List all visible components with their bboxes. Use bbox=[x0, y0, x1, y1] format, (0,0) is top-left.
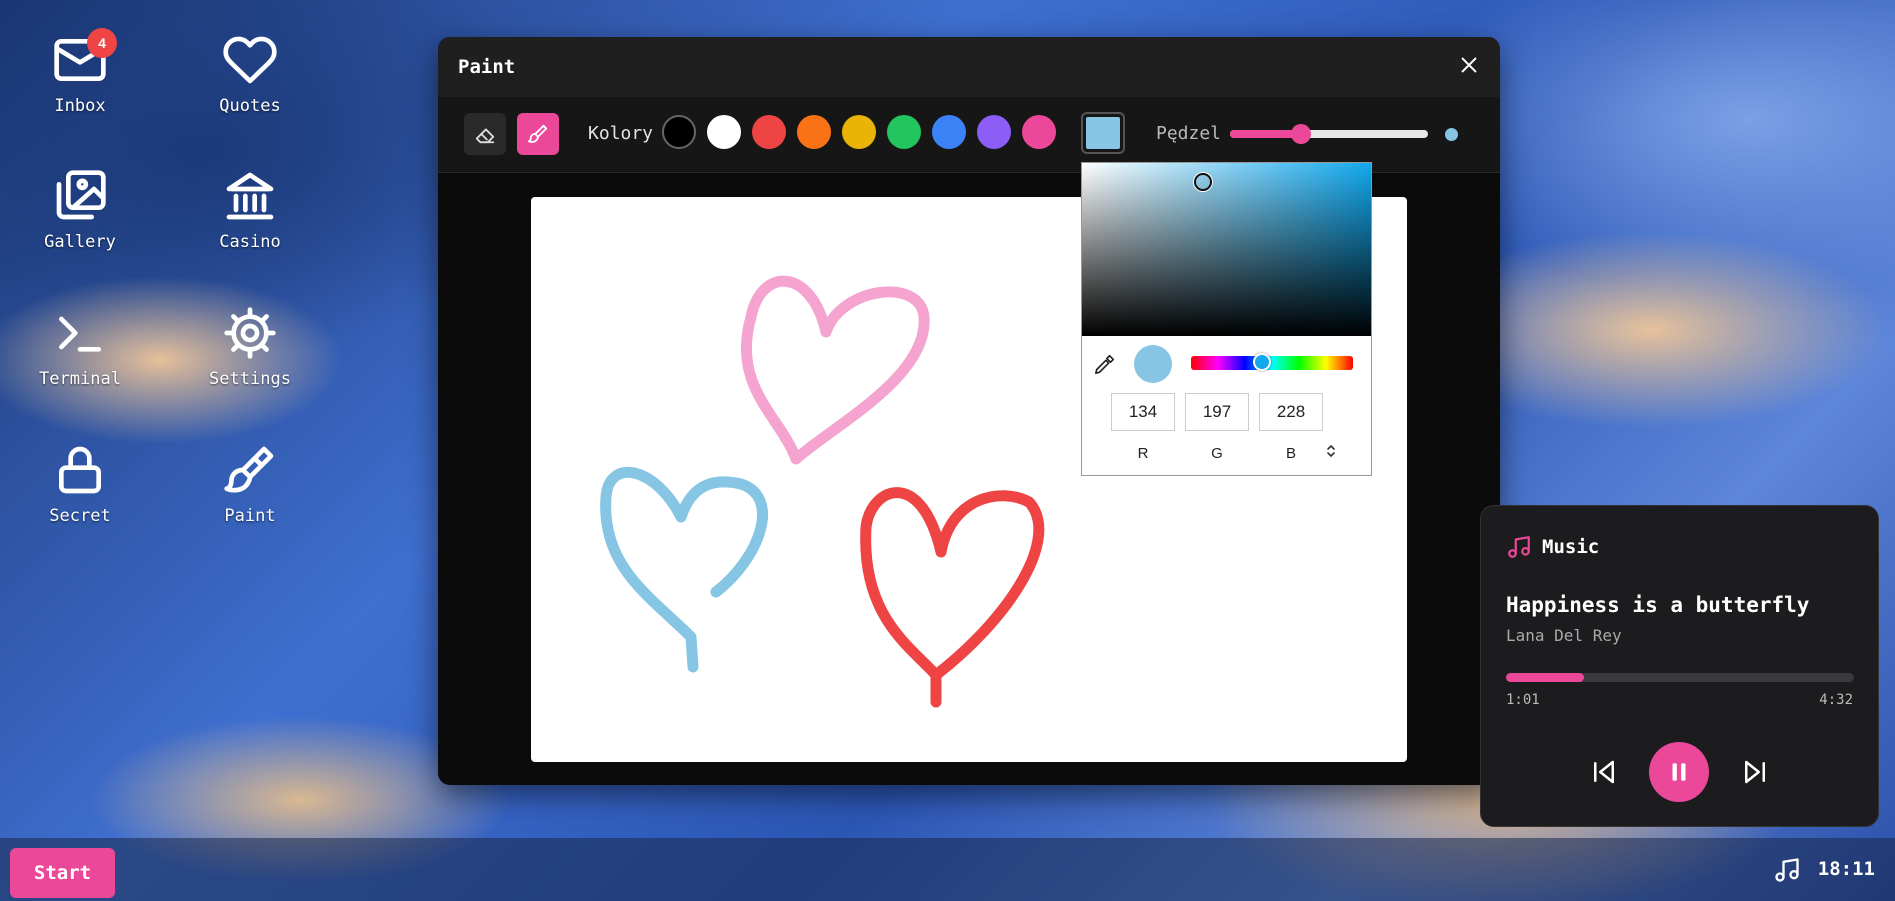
colors-label: Kolory bbox=[588, 123, 654, 144]
current-time: 1:01 bbox=[1506, 692, 1540, 708]
slider-thumb[interactable] bbox=[1291, 124, 1312, 144]
desktop-icon-label: Paint bbox=[224, 506, 276, 526]
color-swatch[interactable] bbox=[977, 115, 1011, 149]
blue-value-input[interactable]: 228 bbox=[1259, 393, 1323, 431]
color-swatch[interactable] bbox=[752, 115, 786, 149]
bank-icon bbox=[226, 172, 274, 220]
green-label: G bbox=[1211, 445, 1223, 462]
progress-bar[interactable] bbox=[1506, 673, 1854, 682]
sv-cursor[interactable] bbox=[1194, 173, 1212, 191]
close-button[interactable] bbox=[1458, 53, 1480, 81]
hue-slider-thumb[interactable] bbox=[1253, 353, 1272, 371]
desktop-icon-secret[interactable]: Secret bbox=[20, 442, 140, 526]
gear-icon bbox=[224, 307, 276, 359]
start-button[interactable]: Start bbox=[10, 848, 115, 898]
gallery-icon bbox=[56, 170, 106, 220]
color-swatch[interactable] bbox=[932, 115, 966, 149]
color-swatch[interactable] bbox=[797, 115, 831, 149]
eyedropper-button[interactable] bbox=[1094, 353, 1116, 380]
music-player: Music Happiness is a butterfly Lana Del … bbox=[1480, 505, 1879, 827]
desktop-icon-inbox[interactable]: 4 Inbox bbox=[20, 28, 140, 116]
duration: 4:32 bbox=[1819, 692, 1853, 708]
current-color-swatch[interactable] bbox=[1081, 112, 1125, 154]
desktop-icon-label: Settings bbox=[209, 369, 291, 389]
music-note-icon bbox=[1508, 536, 1530, 558]
desktop-icon-label: Casino bbox=[219, 232, 281, 252]
terminal-icon bbox=[59, 316, 101, 352]
taskbar: Start 18:11 bbox=[0, 838, 1895, 901]
window-title: Paint bbox=[458, 56, 516, 78]
close-icon bbox=[1461, 57, 1477, 73]
desktop-icon-settings[interactable]: Settings bbox=[190, 305, 310, 389]
red-heart-stroke bbox=[860, 487, 1045, 708]
desktop-icon-label: Gallery bbox=[44, 232, 116, 252]
eraser-button[interactable] bbox=[464, 113, 506, 155]
previous-button[interactable] bbox=[1586, 754, 1622, 790]
music-title: Music bbox=[1542, 536, 1600, 558]
hue-slider[interactable] bbox=[1191, 353, 1353, 371]
brush-size-label: Pędzel bbox=[1156, 123, 1222, 144]
taskbar-music-button[interactable] bbox=[1773, 856, 1801, 888]
blue-heart-stroke bbox=[600, 466, 769, 673]
desktop-icon-quotes[interactable]: Quotes bbox=[190, 32, 310, 116]
paintbrush-icon bbox=[527, 124, 548, 143]
eraser-icon bbox=[475, 128, 495, 144]
color-swatch[interactable] bbox=[662, 115, 696, 149]
heart-icon bbox=[223, 36, 277, 84]
skip-forward-icon bbox=[1745, 760, 1765, 784]
paintbrush-icon bbox=[224, 446, 274, 493]
desktop-icon-label: Terminal bbox=[39, 369, 121, 389]
unread-badge: 4 bbox=[87, 28, 117, 58]
blue-label: B bbox=[1285, 445, 1296, 462]
desktop-icon-gallery[interactable]: Gallery bbox=[20, 168, 140, 252]
brush-button[interactable] bbox=[517, 113, 559, 155]
green-value-input[interactable]: 197 bbox=[1185, 393, 1249, 431]
desktop-icon-label: Secret bbox=[49, 506, 111, 526]
pause-button[interactable] bbox=[1649, 742, 1709, 802]
color-swatch[interactable] bbox=[707, 115, 741, 149]
color-picker-popup: 134 197 228 R G B bbox=[1081, 162, 1372, 476]
next-button[interactable] bbox=[1737, 754, 1773, 790]
red-value-input[interactable]: 134 bbox=[1111, 393, 1175, 431]
music-note-icon bbox=[1775, 858, 1799, 882]
desktop-icon-paint[interactable]: Paint bbox=[190, 442, 310, 526]
progress-fill bbox=[1506, 673, 1585, 682]
pause-icon bbox=[1672, 763, 1686, 781]
color-swatch[interactable] bbox=[842, 115, 876, 149]
lock-icon bbox=[59, 446, 101, 494]
eyedropper-icon bbox=[1095, 354, 1115, 374]
red-label: R bbox=[1137, 445, 1149, 462]
format-toggle-button[interactable] bbox=[1326, 443, 1336, 462]
song-artist: Lana Del Rey bbox=[1506, 626, 1622, 645]
pink-heart-stroke bbox=[740, 275, 930, 465]
paint-titlebar[interactable]: Paint bbox=[438, 37, 1500, 97]
desktop-icon-label: Quotes bbox=[219, 96, 281, 116]
desktop-icon-terminal[interactable]: Terminal bbox=[20, 305, 140, 389]
chevron-updown-icon bbox=[1327, 445, 1335, 457]
song-title: Happiness is a butterfly bbox=[1506, 593, 1810, 617]
saturation-value-area[interactable] bbox=[1082, 163, 1371, 336]
picked-color-preview bbox=[1134, 345, 1172, 383]
desktop-icon-casino[interactable]: Casino bbox=[190, 168, 310, 252]
brush-preview-dot bbox=[1445, 128, 1458, 141]
color-swatch[interactable] bbox=[887, 115, 921, 149]
color-swatch[interactable] bbox=[1022, 115, 1056, 149]
clock: 18:11 bbox=[1817, 858, 1875, 880]
skip-back-icon bbox=[1594, 760, 1614, 784]
desktop-icon-label: Inbox bbox=[54, 96, 106, 116]
music-header: Music bbox=[1506, 534, 1599, 560]
brush-size-slider[interactable] bbox=[1230, 124, 1428, 144]
